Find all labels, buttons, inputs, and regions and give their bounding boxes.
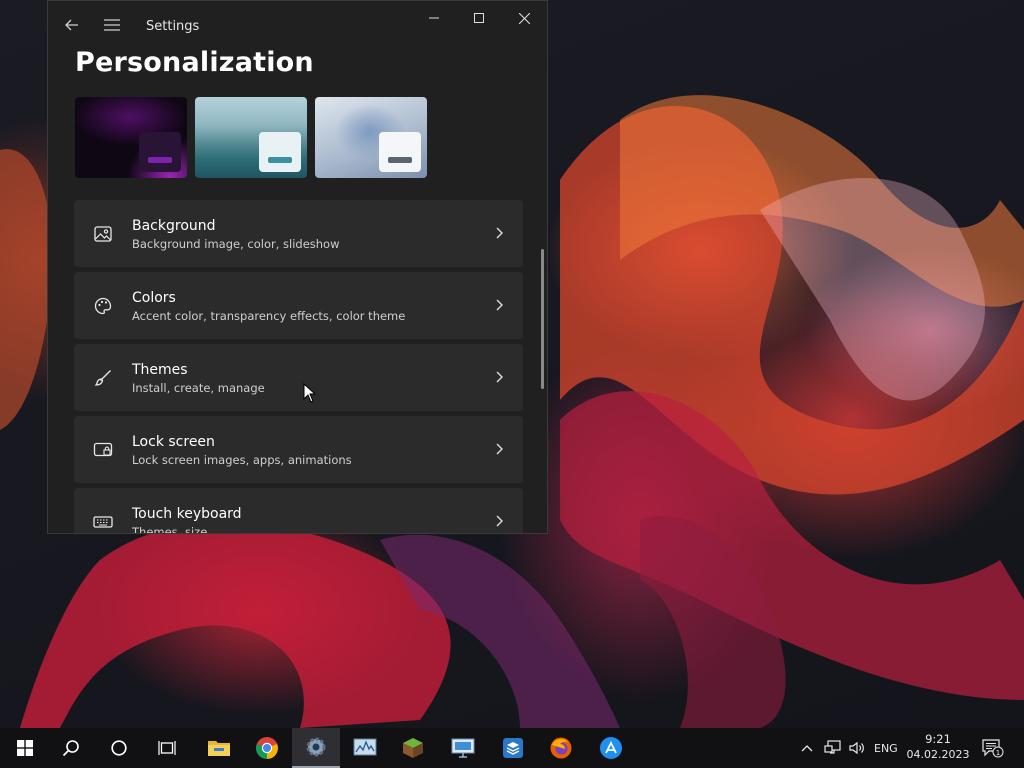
- volume-button[interactable]: [848, 728, 866, 768]
- file-explorer-icon: [208, 741, 230, 756]
- settings-item-label: Touch keyboard: [132, 506, 242, 522]
- settings-icon: [306, 737, 326, 757]
- settings-item-label: Colors: [132, 290, 176, 306]
- settings-item-lock-screen[interactable]: Lock screen Lock screen images, apps, an…: [74, 416, 523, 483]
- navigation-menu-button[interactable]: [98, 11, 126, 39]
- back-arrow-icon: [65, 19, 78, 31]
- task-view-icon: [158, 741, 176, 755]
- minimize-button[interactable]: [411, 5, 457, 31]
- minecraft-icon: [403, 738, 423, 758]
- minecraft-button[interactable]: [390, 728, 436, 768]
- settings-item-description: Themes, size: [132, 525, 208, 534]
- resource-monitor-icon: [353, 738, 377, 756]
- settings-item-description: Lock screen images, apps, animations: [132, 453, 352, 467]
- settings-item-description: Accent color, transparency effects, colo…: [132, 309, 406, 323]
- resource-monitor-button[interactable]: [342, 728, 388, 768]
- input-language-button[interactable]: ENG: [874, 728, 898, 768]
- show-hidden-icons-button[interactable]: [800, 728, 814, 768]
- theme-lake[interactable]: [195, 97, 307, 178]
- theme-accent-bar: [388, 157, 412, 163]
- box-app-icon: [503, 738, 523, 758]
- keyboard-icon: [92, 511, 114, 533]
- page-title: Personalization: [75, 47, 314, 78]
- chevron-right-icon: [496, 299, 503, 311]
- settings-window: Settings Personalization Background Back…: [47, 0, 548, 534]
- settings-item-description: Install, create, manage: [132, 381, 265, 395]
- chevron-right-icon: [496, 371, 503, 383]
- theme-accent-bar: [268, 157, 292, 163]
- start-button[interactable]: [2, 728, 48, 768]
- notification-count: 1: [996, 749, 1000, 757]
- app-title: Settings: [146, 19, 200, 34]
- theme-window-preview: [139, 132, 181, 172]
- theme-bloom-light[interactable]: [315, 97, 427, 178]
- brush-icon: [92, 367, 114, 389]
- box-app-button[interactable]: [490, 728, 536, 768]
- search-icon: [62, 740, 79, 757]
- minimize-icon: [429, 17, 439, 19]
- chevron-right-icon: [496, 227, 503, 239]
- app-store-icon: [600, 737, 622, 759]
- cortana-icon: [111, 740, 127, 756]
- network-icon: [824, 740, 841, 754]
- remote-desktop-icon: [451, 738, 475, 758]
- clock-date: 04.02.2023: [906, 748, 970, 761]
- firefox-button[interactable]: [538, 728, 584, 768]
- close-icon: [518, 12, 530, 24]
- notification-icon: 1: [982, 739, 1004, 758]
- settings-item-label: Lock screen: [132, 434, 215, 450]
- settings-item-colors[interactable]: Colors Accent color, transparency effect…: [74, 272, 523, 339]
- title-bar: Settings: [48, 1, 547, 49]
- close-button[interactable]: [501, 5, 547, 31]
- theme-window-preview: [379, 132, 421, 172]
- hamburger-icon: [104, 19, 120, 31]
- chevron-right-icon: [496, 443, 503, 455]
- settings-item-touch-keyboard[interactable]: Touch keyboard Themes, size: [74, 488, 523, 534]
- volume-icon: [849, 741, 864, 755]
- settings-item-background[interactable]: Background Background image, color, slid…: [74, 200, 523, 267]
- file-explorer-button[interactable]: [196, 728, 242, 768]
- settings-taskbar-button[interactable]: [292, 728, 340, 768]
- maximize-button[interactable]: [456, 5, 502, 31]
- settings-item-themes[interactable]: Themes Install, create, manage: [74, 344, 523, 411]
- palette-icon: [92, 295, 114, 317]
- scrollbar-thumb[interactable]: [541, 249, 544, 389]
- chevron-up-icon: [801, 745, 813, 752]
- theme-accent-bar: [148, 157, 172, 163]
- image-icon: [92, 223, 114, 245]
- settings-item-description: Background image, color, slideshow: [132, 237, 340, 251]
- theme-dark-purple[interactable]: [75, 97, 187, 178]
- task-view-button[interactable]: [144, 728, 190, 768]
- search-button[interactable]: [48, 728, 94, 768]
- settings-item-label: Themes: [132, 362, 188, 378]
- chrome-icon: [256, 737, 278, 759]
- remote-desktop-button[interactable]: [440, 728, 486, 768]
- mouse-cursor-icon: [303, 383, 317, 403]
- action-center-button[interactable]: 1: [982, 728, 1004, 768]
- theme-window-preview: [259, 132, 301, 172]
- chrome-button[interactable]: [244, 728, 290, 768]
- start-icon: [17, 740, 33, 756]
- language-indicator: ENG: [874, 741, 898, 755]
- maximize-icon: [474, 13, 484, 23]
- firefox-icon: [550, 737, 572, 759]
- chevron-right-icon: [496, 515, 503, 527]
- clock-time: 9:21: [925, 732, 951, 746]
- taskbar: ENG 9:21 04.02.2023 1: [0, 728, 1024, 768]
- lock-screen-icon: [92, 439, 114, 461]
- settings-item-label: Background: [132, 218, 216, 234]
- cortana-button[interactable]: [96, 728, 142, 768]
- back-button[interactable]: [58, 11, 86, 39]
- clock-button[interactable]: 9:21 04.02.2023: [905, 731, 971, 763]
- network-button[interactable]: [824, 728, 842, 768]
- app-store-button[interactable]: [588, 728, 634, 768]
